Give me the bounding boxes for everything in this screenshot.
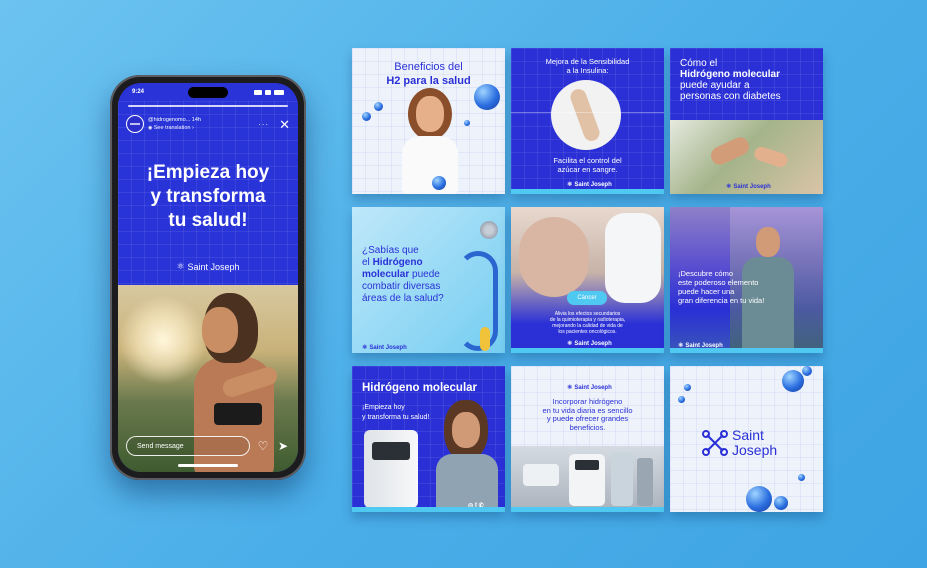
status-icons [254,89,284,95]
message-row: Send message ♡ ➤ [126,436,290,456]
phone-mockup: 9:24 @hidrogenomo... 14h ◉ See translati… [110,75,306,480]
story-progress-bar [128,105,288,107]
home-indicator [178,464,238,467]
post-tile-diabetes[interactable]: Cómo el Hidrógeno molecular puede ayudar… [670,48,823,194]
molecule-logo-icon: ⚛ [176,261,185,271]
story-title: ¡Empieza hoy y transforma tu salud! [146,162,270,231]
hydrogen-machine-photo [364,430,418,508]
post-tile-insulina[interactable]: Mejora de la Sensibilidad a la Insulina:… [511,48,664,194]
post-tile-sabias[interactable]: ¿Sabías que el Hidrógeno molecular puede… [352,207,505,353]
molecule-logo-icon: ⚛ [567,182,573,188]
molecule-logo-icon: ⚛ [362,345,368,351]
molecule-logo-icon: ⚛ [726,184,732,190]
dynamic-island [188,87,228,98]
post-tile-logo[interactable]: Saint Joseph [670,366,823,512]
avatar[interactable] [126,115,144,133]
post-tile-cancer[interactable]: Cáncer Alivia los efectos secundarios de… [511,207,664,353]
heart-icon[interactable]: ♡ [256,439,270,453]
post-tile-incorporar[interactable]: ⚛ Saint Joseph Incorporar hidrógeno en tu… [511,366,664,512]
patient-photo [519,217,589,297]
post-tile-descubre[interactable]: ¡Descubre cómo este poderoso elemento pu… [670,207,823,353]
stethoscope-icon [480,221,498,239]
status-time: 9:24 [132,89,145,95]
molecule-logo-icon: ⚛ [567,385,573,391]
more-icon[interactable]: ··· [258,120,269,129]
glucose-test-photo [551,80,621,150]
send-message-input[interactable]: Send message [126,436,250,456]
molecule-logo-icon [702,430,728,456]
molecule-logo-icon: ⚛ [567,341,573,347]
phone-screen: 9:24 @hidrogenomo... 14h ◉ See translati… [118,83,298,472]
devices-photo [511,446,664,512]
post-tile-hidrogeno[interactable]: Hidrógeno molecular ¡Empieza hoy y trans… [352,366,505,512]
cancer-tag: Cáncer [567,291,607,305]
story-username[interactable]: @hidrogenomo... 14h [148,116,254,124]
smiling-woman-photo [402,88,458,194]
see-translation-link[interactable]: See translation [154,125,191,131]
send-icon[interactable]: ➤ [276,439,290,453]
close-icon[interactable]: ✕ [279,118,290,131]
story-header: @hidrogenomo... 14h ◉ See translation › … [126,113,290,135]
thumbs-up-woman-photo [432,400,498,512]
story-brand: ⚛ Saint Joseph [176,261,240,272]
post-tile-beneficios[interactable]: Beneficios del H2 para la salud [352,48,505,194]
